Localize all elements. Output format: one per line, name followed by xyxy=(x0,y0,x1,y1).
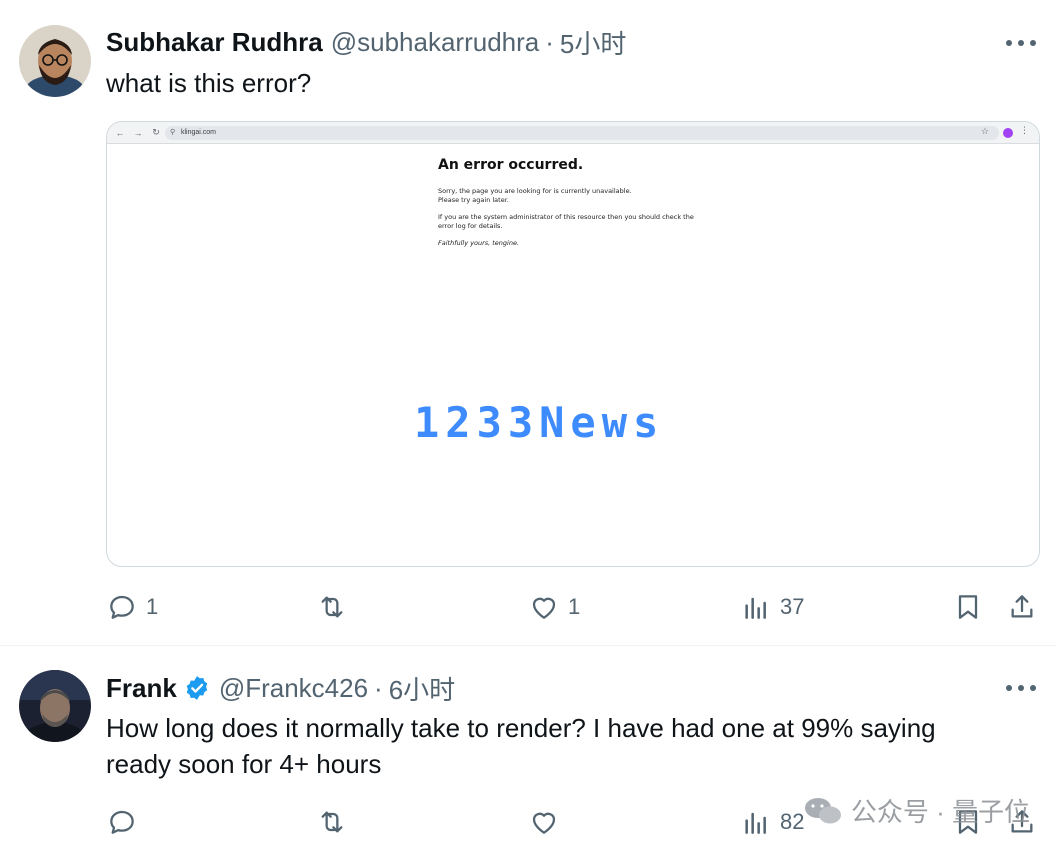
url-text: klingai.com xyxy=(181,129,217,136)
tweet-1[interactable]: Subhakar Rudhra @subhakarrudhra · 5小时 wh… xyxy=(0,0,1056,646)
retweet-button[interactable] xyxy=(316,590,356,624)
share-button[interactable] xyxy=(1006,590,1038,624)
like-button[interactable]: 1 xyxy=(528,590,580,624)
error-message: Sorry, the page you are looking for is c… xyxy=(438,187,738,205)
bookmark-star-icon: ☆ xyxy=(980,126,989,136)
author-handle[interactable]: @Frankc426 xyxy=(219,673,368,704)
reply-icon xyxy=(110,810,134,834)
separator-dot: · xyxy=(545,26,554,57)
error-line-4: error log for details. xyxy=(438,222,503,230)
error-signature: Faithfully yours, tengine. xyxy=(438,239,520,247)
bookmark-icon xyxy=(958,595,978,619)
verified-badge-icon[interactable] xyxy=(183,674,211,702)
view-count: 37 xyxy=(780,594,805,619)
site-info-icon: ⚲ xyxy=(170,129,176,136)
tweet-2-header: Frank @Frankc426 · 6小时 xyxy=(106,670,455,707)
error-title: An error occurred. xyxy=(438,157,584,173)
author-handle[interactable]: @subhakarrudhra xyxy=(331,27,540,58)
browser-toolbar: ← → ↻ ⚲ klingai.com ☆ ⋮ xyxy=(107,122,1039,144)
views-button[interactable]: 37 xyxy=(740,590,804,624)
view-count: 82 xyxy=(780,809,805,834)
tweet-media-screenshot[interactable]: ← → ↻ ⚲ klingai.com ☆ ⋮ An error occurre… xyxy=(106,121,1040,567)
bookmark-button[interactable] xyxy=(952,590,984,624)
share-icon xyxy=(1011,595,1033,618)
views-icon xyxy=(745,812,766,834)
watermark-text: 公众号 · 量子位 xyxy=(850,797,1030,827)
tweet-actions: 1 1 37 xyxy=(106,590,1040,624)
error-line-2: Please try again later. xyxy=(438,196,509,204)
retweet-button[interactable] xyxy=(316,805,348,839)
reply-count: 1 xyxy=(146,594,159,619)
timestamp[interactable]: 5小时 xyxy=(560,24,626,61)
retweet-icon xyxy=(321,596,343,618)
avatar-frank[interactable] xyxy=(19,670,91,742)
wechat-watermark: 公众号 · 量子位 xyxy=(803,792,1030,829)
tweet-2-text: How long does it normally take to render… xyxy=(106,713,936,779)
author-name[interactable]: Frank xyxy=(106,673,177,704)
browser-menu-icon: ⋮ xyxy=(1020,125,1029,135)
error-page: An error occurred. Sorry, the page you a… xyxy=(438,157,738,256)
author-name[interactable]: Subhakar Rudhra xyxy=(106,27,323,58)
tweet-header: Subhakar Rudhra @subhakarrudhra · 5小时 xyxy=(106,24,626,61)
like-button[interactable] xyxy=(528,805,560,839)
like-count: 1 xyxy=(568,594,581,619)
reply-button[interactable] xyxy=(106,805,146,839)
browser-profile-avatar xyxy=(1003,128,1013,138)
error-line-1: Sorry, the page you are looking for is c… xyxy=(438,187,632,195)
more-icon[interactable] xyxy=(1006,33,1036,53)
more-icon[interactable] xyxy=(1006,678,1036,698)
timestamp[interactable]: 6小时 xyxy=(389,670,455,707)
like-icon xyxy=(532,812,556,834)
reload-icon: ↻ xyxy=(152,127,160,137)
like-icon xyxy=(532,597,556,619)
address-bar: ⚲ klingai.com xyxy=(165,126,999,140)
wechat-icon xyxy=(804,797,841,823)
tweet-text: what is this error? xyxy=(106,68,312,98)
views-button[interactable]: 82 xyxy=(740,805,804,839)
reply-button[interactable]: 1 xyxy=(106,590,158,624)
error-line-3: If you are the system administrator of t… xyxy=(438,213,694,221)
retweet-icon xyxy=(321,811,343,833)
news-watermark: 1233News xyxy=(414,398,665,447)
avatar-subhakar[interactable] xyxy=(19,25,91,97)
forward-icon: → xyxy=(133,127,143,138)
views-icon xyxy=(745,597,766,619)
separator-dot: · xyxy=(374,672,383,703)
reply-icon xyxy=(110,595,134,619)
error-admin-note: If you are the system administrator of t… xyxy=(438,213,738,231)
back-icon: ← xyxy=(115,127,125,138)
